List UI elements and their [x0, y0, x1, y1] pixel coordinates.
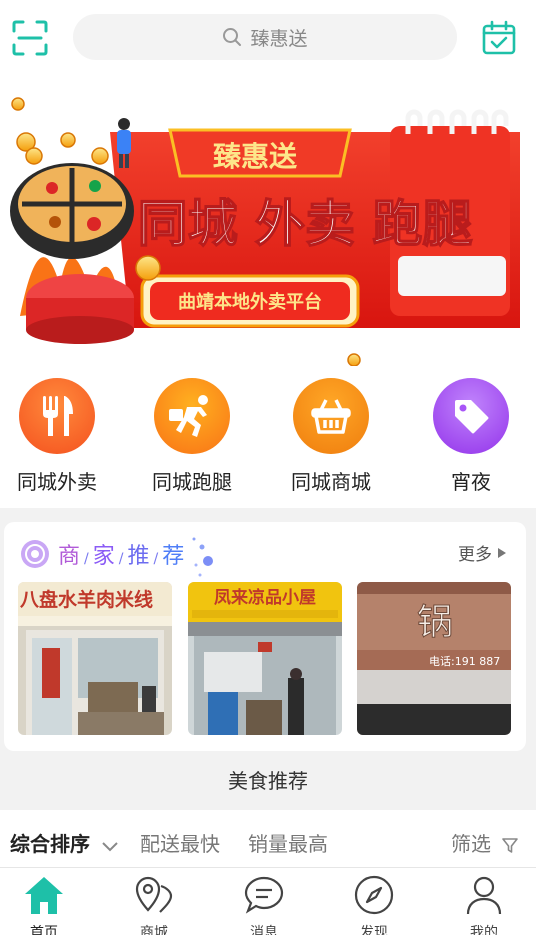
- promo-banner[interactable]: 臻惠送 同城 外卖 跑腿 曲靖本地外卖平台: [0, 76, 536, 366]
- runner-icon: [154, 378, 230, 454]
- target-icon: [21, 540, 49, 568]
- basket-icon: [293, 378, 369, 454]
- tab-label-mall: 商城: [140, 925, 168, 935]
- filter-icon: [502, 837, 519, 853]
- shop-sign: 凤来凉品小屋: [214, 587, 316, 608]
- quick-item-errand[interactable]: 同城跑腿: [137, 378, 247, 495]
- recommend-more-link[interactable]: 更多: [458, 540, 506, 565]
- banner-brand: 臻惠送: [213, 140, 297, 173]
- banner-headline: 同城 外卖 跑腿: [138, 195, 473, 253]
- recommend-title-char: 推: [127, 544, 150, 569]
- filter-button[interactable]: 筛选: [451, 828, 519, 857]
- quick-item-night-snack[interactable]: 宵夜: [416, 378, 526, 495]
- compass-icon: [354, 875, 394, 915]
- tag-icon: [433, 378, 509, 454]
- recommend-more-label: 更多: [458, 545, 492, 565]
- quick-label-mall: 同城商城: [291, 470, 371, 494]
- map-pin-icon: [135, 876, 173, 913]
- recommend-title: 商 / 家 / 推 / 荐: [58, 544, 185, 569]
- tab-home[interactable]: 首页: [4, 874, 84, 935]
- search-input[interactable]: 臻惠送: [73, 14, 457, 60]
- quick-item-takeout[interactable]: 同城外卖: [2, 378, 112, 495]
- tab-label-profile: 我的: [470, 925, 498, 935]
- tab-mall[interactable]: 商城: [114, 874, 194, 935]
- shop-sign: 八盘水羊肉米线: [20, 588, 153, 611]
- tab-label-home: 首页: [30, 925, 58, 935]
- tab-discover[interactable]: 发现: [334, 874, 414, 935]
- banner-subline: 曲靖本地外卖平台: [178, 291, 322, 313]
- tab-label-discover: 发现: [360, 925, 388, 935]
- filter-label: 筛选: [451, 832, 491, 856]
- search-placeholder: 臻惠送: [250, 27, 308, 50]
- fork-knife-icon: [19, 378, 95, 454]
- sort-bar: 综合排序 配送最快 销量最高 筛选: [0, 810, 536, 868]
- shop-phone: 电话:191 887: [429, 655, 500, 668]
- home-icon: [25, 877, 63, 914]
- tab-messages[interactable]: 消息: [224, 874, 304, 935]
- search-icon: [223, 28, 242, 46]
- sort-comprehensive[interactable]: 综合排序: [10, 828, 119, 857]
- shop-sign: 锅: [417, 602, 453, 643]
- chevron-down-icon: [102, 841, 118, 851]
- recommend-header: 商 / 家 / 推 / 荐: [20, 537, 216, 577]
- tab-label-messages: 消息: [250, 925, 278, 935]
- quick-label-takeout: 同城外卖: [17, 470, 97, 494]
- food-recommend-title: 美食推荐: [228, 769, 308, 793]
- sort-best-selling[interactable]: 销量最高: [248, 828, 328, 857]
- merchant-recommend-card: 商 / 家 / 推 / 荐 更多 八盘水羊肉米线 凤来凉品小屋 锅 电话:191…: [4, 522, 526, 751]
- calendar-check-icon[interactable]: [480, 19, 518, 57]
- sort-label: 综合排序: [10, 832, 90, 856]
- recommend-title-char: 家: [92, 544, 115, 569]
- app-page: 臻惠送 臻惠送 同城 外卖 跑腿 曲靖本地外卖平台 同城外卖 同城跑腿 同城商城…: [0, 0, 536, 935]
- hotpot-illustration: [10, 163, 134, 344]
- user-icon: [466, 876, 502, 915]
- scan-icon[interactable]: [10, 18, 50, 58]
- quick-item-mall[interactable]: 同城商城: [276, 378, 386, 495]
- tab-profile[interactable]: 我的: [444, 874, 524, 935]
- quick-label-night-snack: 宵夜: [451, 470, 491, 494]
- recommend-title-char: 荐: [162, 544, 185, 569]
- shop-card[interactable]: 八盘水羊肉米线: [18, 582, 172, 735]
- top-header: 臻惠送: [0, 0, 536, 76]
- shop-card[interactable]: 锅 电话:191 887: [357, 582, 511, 735]
- quick-entry-row: 同城外卖 同城跑腿 同城商城 宵夜: [0, 366, 536, 508]
- bottom-tab-bar: 首页 商城 消息 发现 我的: [0, 868, 536, 935]
- recommend-title-char: 商: [58, 544, 81, 569]
- sparkle-dots-icon: [192, 537, 214, 577]
- sort-fastest[interactable]: 配送最快: [140, 828, 220, 857]
- shop-card[interactable]: 凤来凉品小屋: [188, 582, 342, 735]
- triangle-right-icon: [498, 547, 506, 558]
- chat-icon: [244, 876, 284, 914]
- quick-label-errand: 同城跑腿: [152, 470, 232, 494]
